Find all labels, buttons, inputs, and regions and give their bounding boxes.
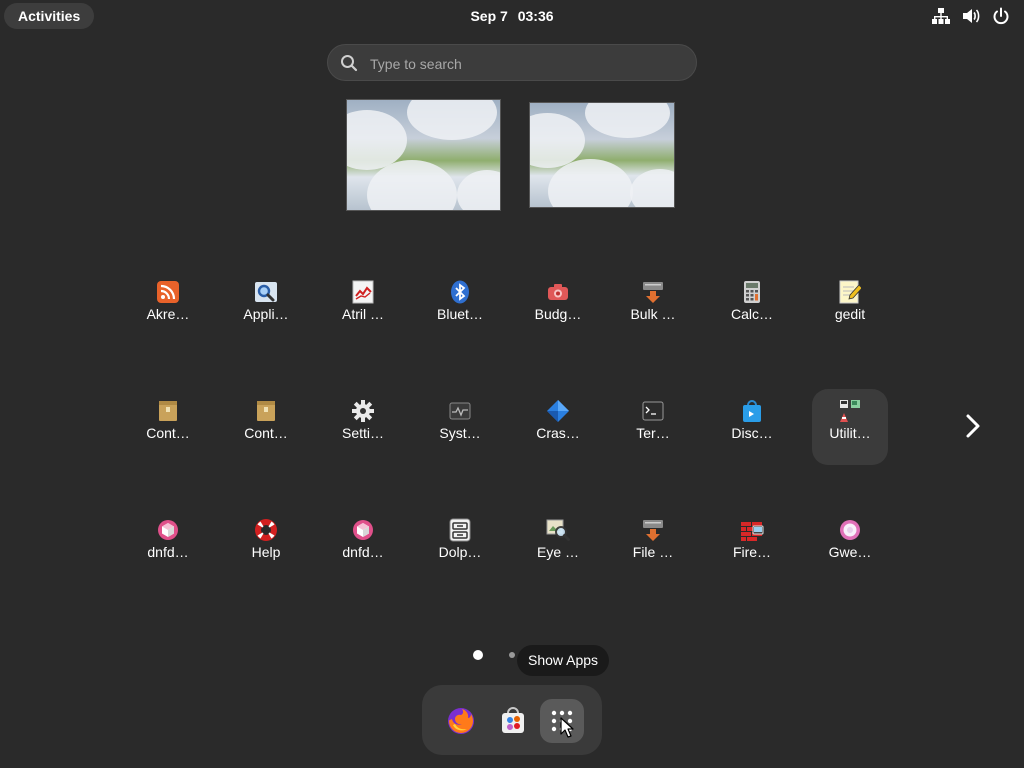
clock[interactable]: Sep 7 03:36 bbox=[0, 0, 1024, 32]
app-label: Bulk … bbox=[630, 306, 676, 322]
app-label: Cont… bbox=[244, 425, 288, 441]
system-tray[interactable] bbox=[932, 7, 1010, 25]
app-launcher[interactable]: Calc… bbox=[714, 270, 790, 346]
app-launcher[interactable]: Bluet… bbox=[422, 270, 498, 346]
top-bar: Activities Sep 7 03:36 bbox=[0, 0, 1024, 32]
app-label: gedit bbox=[834, 306, 866, 322]
app-label: Akre… bbox=[146, 306, 190, 322]
rename-icon bbox=[641, 280, 665, 304]
rss-icon bbox=[156, 280, 180, 304]
app-label: Dolp… bbox=[438, 544, 482, 560]
app-label: Cras… bbox=[536, 425, 580, 441]
app-label: File … bbox=[632, 544, 674, 560]
cube-icon bbox=[351, 518, 375, 542]
app-launcher[interactable]: dnfd… bbox=[130, 508, 206, 584]
app-launcher[interactable]: Ter… bbox=[615, 389, 691, 465]
software-icon bbox=[502, 707, 524, 733]
workspace-thumbnail-2[interactable] bbox=[529, 102, 675, 208]
clock-date: Sep 7 bbox=[470, 8, 508, 24]
gear-icon bbox=[351, 399, 375, 423]
app-launcher[interactable]: dnfd… bbox=[325, 508, 401, 584]
mouse-pointer-icon bbox=[560, 717, 574, 738]
text-editor-icon bbox=[838, 280, 862, 304]
app-label: Atril … bbox=[342, 306, 384, 322]
app-label: Syst… bbox=[439, 425, 481, 441]
file-manager-icon bbox=[448, 518, 472, 542]
clock-time: 03:36 bbox=[517, 8, 554, 24]
app-launcher[interactable]: Gwe… bbox=[812, 508, 888, 584]
next-page-chevron-icon[interactable] bbox=[960, 410, 986, 442]
cube-icon bbox=[156, 518, 180, 542]
power-icon bbox=[993, 7, 1009, 25]
search-bar[interactable] bbox=[327, 44, 697, 82]
app-label: Setti… bbox=[341, 425, 384, 441]
package-icon bbox=[156, 399, 180, 423]
magnifier-icon bbox=[254, 280, 278, 304]
app-launcher[interactable]: Dolp… bbox=[422, 508, 498, 584]
app-label: dnfd… bbox=[342, 544, 384, 560]
search-input[interactable] bbox=[368, 45, 682, 82]
calculator-icon bbox=[740, 280, 764, 304]
camera-icon bbox=[546, 280, 570, 304]
document-viewer-icon bbox=[351, 280, 375, 304]
app-label: Bluet… bbox=[437, 306, 483, 322]
app-label: dnfd… bbox=[147, 544, 189, 560]
system-monitor-icon bbox=[448, 399, 472, 423]
app-launcher[interactable]: Cras… bbox=[520, 389, 596, 465]
software-store-icon bbox=[740, 399, 764, 423]
app-label: Gwe… bbox=[828, 544, 872, 560]
rename-icon bbox=[641, 518, 665, 542]
firefox-icon bbox=[448, 708, 474, 734]
app-label: Fire… bbox=[732, 544, 772, 560]
app-launcher[interactable]: Disc… bbox=[714, 389, 790, 465]
volume-icon bbox=[963, 9, 980, 23]
app-launcher[interactable]: Akre… bbox=[130, 270, 206, 346]
network-wired-icon bbox=[932, 8, 950, 24]
app-label: Utilit… bbox=[829, 425, 871, 441]
app-launcher[interactable]: gedit bbox=[812, 270, 888, 346]
app-launcher[interactable]: Eye … bbox=[520, 508, 596, 584]
page-dot-2[interactable] bbox=[509, 652, 515, 658]
app-label: Calc… bbox=[730, 306, 773, 322]
terminal-icon bbox=[641, 399, 665, 423]
lifebuoy-icon bbox=[254, 518, 278, 542]
app-launcher[interactable]: Fire… bbox=[714, 508, 790, 584]
bluetooth-icon bbox=[448, 280, 472, 304]
app-label: Budg… bbox=[534, 306, 582, 322]
package-icon bbox=[254, 399, 278, 423]
app-launcher[interactable]: Atril … bbox=[325, 270, 401, 346]
utilities-folder-icon bbox=[838, 399, 862, 423]
image-viewer-icon bbox=[546, 518, 570, 542]
app-label: Help bbox=[251, 544, 281, 560]
firewall-icon bbox=[740, 518, 764, 542]
app-launcher[interactable]: File … bbox=[615, 508, 691, 584]
app-launcher[interactable]: Utilit… bbox=[812, 389, 888, 465]
app-launcher[interactable]: Appli… bbox=[228, 270, 304, 346]
dock bbox=[422, 685, 602, 755]
app-label: Eye … bbox=[536, 544, 579, 560]
app-label: Disc… bbox=[731, 425, 773, 441]
page-dot-1[interactable] bbox=[473, 650, 483, 660]
app-launcher[interactable]: Syst… bbox=[422, 389, 498, 465]
app-label: Cont… bbox=[146, 425, 190, 441]
app-launcher[interactable]: Cont… bbox=[228, 389, 304, 465]
search-icon bbox=[341, 55, 358, 72]
diamond-icon bbox=[546, 399, 570, 423]
app-launcher[interactable]: Bulk … bbox=[615, 270, 691, 346]
app-launcher[interactable]: Cont… bbox=[130, 389, 206, 465]
show-apps-tooltip: Show Apps bbox=[517, 645, 610, 676]
dock-software[interactable] bbox=[491, 699, 535, 743]
app-launcher[interactable]: Help bbox=[228, 508, 304, 584]
app-launcher[interactable]: Setti… bbox=[325, 389, 401, 465]
app-launcher[interactable]: Budg… bbox=[520, 270, 596, 346]
web-browser-icon bbox=[838, 518, 862, 542]
workspace-thumbnail-1[interactable] bbox=[346, 99, 501, 211]
app-label: Ter… bbox=[636, 425, 670, 441]
dock-firefox[interactable] bbox=[439, 699, 483, 743]
app-label: Appli… bbox=[243, 306, 289, 322]
